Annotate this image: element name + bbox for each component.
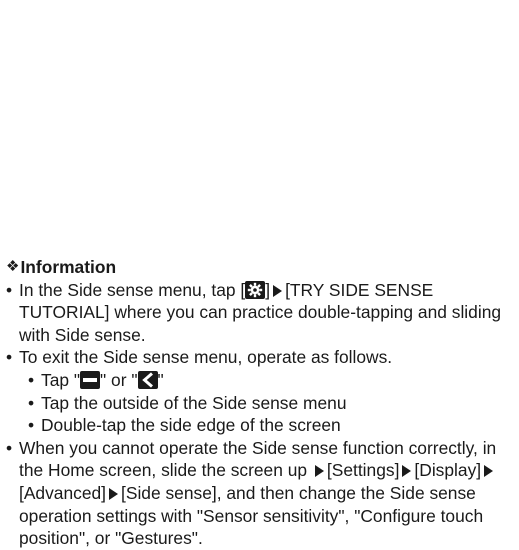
triangle-right-icon bbox=[402, 465, 412, 478]
list-item: When you cannot operate the Side sense f… bbox=[6, 437, 516, 550]
text-fragment: In the Side sense menu, tap [ bbox=[19, 279, 246, 300]
triangle-right-icon bbox=[109, 487, 119, 500]
triangle-right-icon bbox=[314, 465, 324, 478]
text-fragment: ] bbox=[265, 279, 271, 300]
text-fragment: [Settings] bbox=[326, 460, 400, 481]
sub-list-item: Double-tap the side edge of the screen bbox=[19, 414, 516, 437]
information-title: Information bbox=[20, 257, 117, 277]
information-list: In the Side sense menu, tap [][TRY SIDE … bbox=[6, 279, 516, 550]
sub-list-item: Tap " " or " " bbox=[19, 369, 516, 392]
triangle-right-icon bbox=[484, 465, 494, 478]
diamond-ornament-icon: ❖ bbox=[6, 258, 20, 275]
text-fragment: Tap " bbox=[41, 369, 81, 390]
sub-list: Tap " " or " " Tap the outside of the Side… bbox=[19, 369, 516, 437]
text-fragment: [Display] bbox=[414, 460, 482, 481]
sub-list-item: Tap the outside of the Side sense menu bbox=[19, 392, 516, 415]
information-section: ❖Information In the Side sense menu, tap… bbox=[6, 256, 516, 550]
minus-icon bbox=[80, 370, 101, 389]
information-heading: ❖ Information bbox=[6, 256, 516, 279]
list-item: To exit the Side sense menu, operate as … bbox=[6, 346, 516, 436]
text-fragment: " or " bbox=[100, 369, 138, 390]
gear-icon bbox=[245, 280, 266, 299]
text-fragment: [Advanced] bbox=[19, 482, 107, 503]
text-fragment: " bbox=[157, 369, 164, 390]
back-chevron-icon bbox=[137, 370, 158, 389]
text-fragment: To exit the Side sense menu, operate as … bbox=[19, 347, 393, 368]
triangle-right-icon bbox=[273, 284, 283, 297]
list-item: In the Side sense menu, tap [][TRY SIDE … bbox=[6, 279, 516, 347]
